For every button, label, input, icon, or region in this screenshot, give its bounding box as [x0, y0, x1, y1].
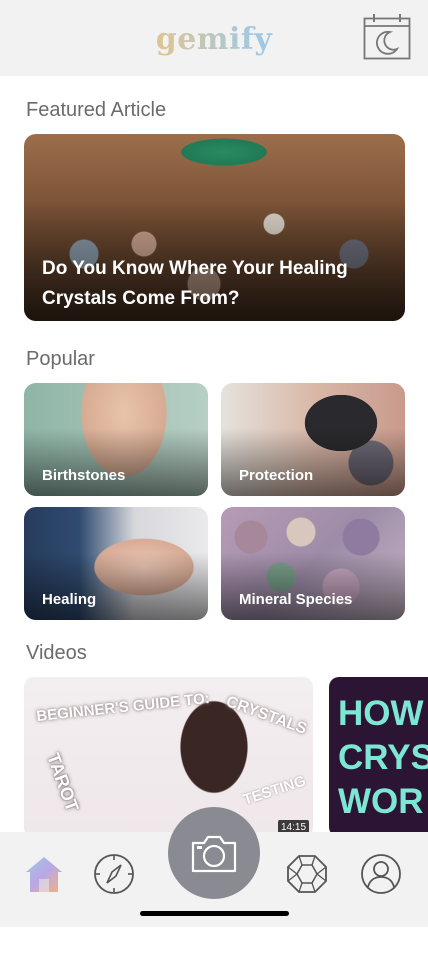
- home-icon[interactable]: [23, 853, 65, 895]
- featured-section-title: Featured Article: [26, 99, 167, 121]
- popular-tile-label: Healing: [42, 591, 97, 608]
- videos-section-title: Videos: [26, 642, 87, 664]
- popular-tile-protection[interactable]: Protection: [221, 383, 405, 496]
- app-header: gemify: [0, 0, 428, 76]
- video-overlay-text: CRYSTALS: [223, 693, 309, 738]
- home-indicator: [140, 911, 289, 916]
- video-card[interactable]: BEGINNER'S GUIDE TO: CRYSTALS TAROT TEST…: [24, 677, 313, 837]
- compass-icon[interactable]: [93, 853, 135, 895]
- popular-tile-label: Birthstones: [42, 467, 126, 484]
- video-overlay-text: HOW: [338, 694, 424, 733]
- camera-icon: [191, 835, 237, 873]
- profile-icon[interactable]: [360, 853, 402, 895]
- video-card[interactable]: HOW CRYS WOR: [329, 677, 428, 837]
- video-overlay-text: TAROT: [43, 750, 83, 815]
- calendar-moon-icon[interactable]: [363, 13, 411, 60]
- popular-section-title: Popular: [26, 348, 95, 370]
- featured-article-title: Do You Know Where Your Healing Crystals …: [42, 258, 348, 309]
- video-overlay-text: WOR: [338, 782, 424, 821]
- popular-tile-label: Protection: [239, 467, 314, 484]
- popular-tile-healing[interactable]: Healing: [24, 507, 208, 620]
- featured-article-card[interactable]: Do You Know Where Your Healing Crystals …: [24, 134, 405, 321]
- popular-tile-label: Mineral Species: [239, 591, 353, 608]
- video-overlay-text: CRYS: [338, 738, 428, 777]
- video-overlay-text: BEGINNER'S GUIDE TO:: [35, 689, 211, 726]
- gem-icon[interactable]: [286, 853, 328, 895]
- popular-tile-birthstones[interactable]: Birthstones: [24, 383, 208, 496]
- camera-button[interactable]: [168, 807, 260, 899]
- popular-tile-mineral-species[interactable]: Mineral Species: [221, 507, 405, 620]
- video-overlay-text: TESTING: [240, 772, 309, 809]
